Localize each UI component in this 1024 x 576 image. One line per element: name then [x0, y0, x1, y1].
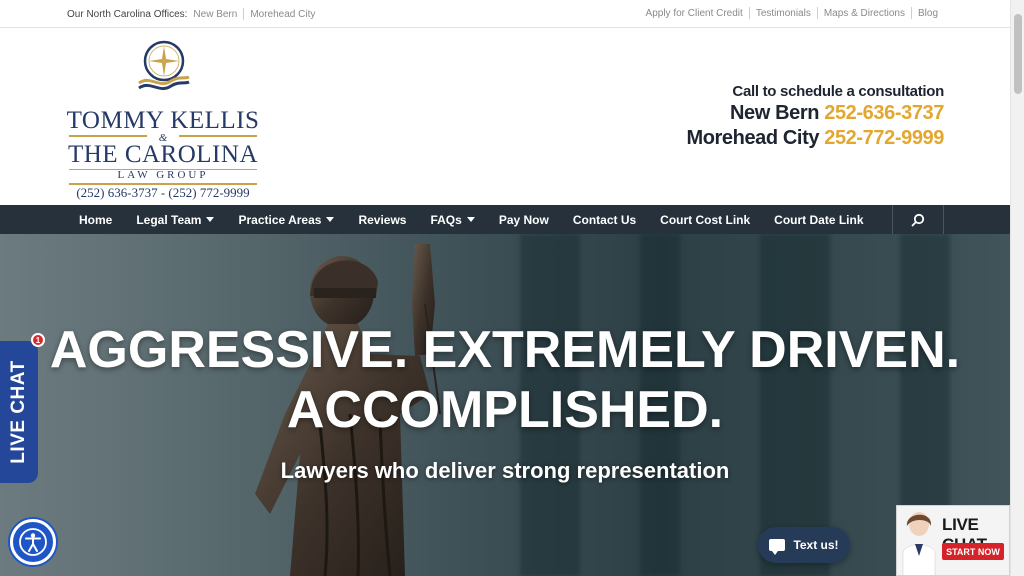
- hero-banner: AGGRESSIVE. EXTREMELY DRIVEN. ACCOMPLISH…: [0, 234, 1010, 576]
- logo-name-line2: THE CAROLINA: [67, 141, 258, 168]
- nav-label: FAQs: [430, 212, 462, 227]
- nav-item-court-cost-link[interactable]: Court Cost Link: [648, 205, 762, 234]
- live-chat-side-tab[interactable]: LIVE CHAT: [0, 341, 38, 483]
- live-chat-widget[interactable]: LIVE CHAT START NOW: [896, 505, 1010, 576]
- page-scrollbar[interactable]: [1010, 0, 1024, 576]
- start-now-button[interactable]: START NOW: [942, 543, 1004, 560]
- city-label: Morehead City: [686, 127, 820, 149]
- site-header: TOMMY KELLIS & THE CAROLINA LAW GROUP (2…: [0, 29, 1010, 205]
- nav-item-faqs[interactable]: FAQs: [418, 205, 486, 234]
- compass-emblem-icon: [138, 40, 190, 91]
- offices-label: Our North Carolina Offices:: [67, 8, 188, 20]
- text-us-button[interactable]: Text us!: [758, 527, 850, 563]
- logo-name-line1: TOMMY KELLIS: [66, 107, 260, 134]
- nav-label: Pay Now: [498, 212, 549, 227]
- scrollbar-thumb[interactable]: [1014, 14, 1022, 94]
- nav-label: Home: [79, 212, 113, 227]
- blog-link[interactable]: Blog: [918, 8, 938, 19]
- chat-notification-badge: 1: [31, 333, 45, 347]
- hero-subheadline: Lawyers who deliver strong representatio…: [280, 458, 730, 483]
- live-chat-tab-label: LIVE CHAT: [8, 360, 29, 464]
- office-link-new-bern[interactable]: New Bern: [193, 9, 237, 20]
- chat-agent-avatar: [902, 512, 936, 575]
- caret-down-icon: [206, 217, 215, 222]
- divider: [816, 7, 818, 19]
- accessibility-icon: [19, 528, 47, 556]
- site-logo[interactable]: TOMMY KELLIS & THE CAROLINA LAW GROUP (2…: [63, 37, 263, 200]
- city-label: New Bern: [730, 102, 820, 124]
- nav-label: Contact Us: [572, 212, 637, 227]
- logo-name-line3: LAW GROUP: [117, 169, 209, 181]
- hero-headline-line1: AGGRESSIVE. EXTREMELY DRIVEN.: [49, 321, 961, 379]
- nav-label: Practice Areas: [238, 212, 322, 227]
- nav-item-legal-team[interactable]: Legal Team: [124, 205, 226, 234]
- office-link-morehead-city[interactable]: Morehead City: [250, 9, 315, 20]
- nav-label: Court Cost Link: [660, 212, 751, 227]
- consultation-cta: Call to schedule a consultation: [732, 83, 944, 100]
- divider: [910, 7, 912, 19]
- nav-item-practice-areas[interactable]: Practice Areas: [226, 205, 346, 234]
- caret-down-icon: [466, 217, 475, 222]
- nav-label: Court Date Link: [774, 212, 864, 227]
- top-utility-bar: Our North Carolina Offices: New Bern Mor…: [0, 0, 1010, 28]
- divider: [748, 7, 750, 19]
- main-navigation: Home Legal Team Practice Areas Reviews F…: [0, 205, 1010, 234]
- nav-item-reviews[interactable]: Reviews: [346, 205, 418, 234]
- phone-row-morehead-city: Morehead City 252-772-9999: [686, 127, 944, 150]
- text-us-label: Text us!: [793, 538, 839, 552]
- offices-list: Our North Carolina Offices: New Bern Mor…: [67, 8, 315, 20]
- logo-phones: (252) 636-3737 - (252) 772-9999: [76, 185, 250, 200]
- caret-down-icon: [326, 217, 335, 222]
- maps-directions-link[interactable]: Maps & Directions: [824, 8, 905, 19]
- nav-item-court-date-link[interactable]: Court Date Link: [762, 205, 875, 234]
- testimonials-link[interactable]: Testimonials: [756, 8, 811, 19]
- search-icon: [911, 213, 925, 226]
- hero-headline-line2: ACCOMPLISHED.: [286, 381, 724, 439]
- utility-links: Apply for Client Credit Testimonials Map…: [646, 7, 938, 19]
- hero-headline: AGGRESSIVE. EXTREMELY DRIVEN. ACCOMPLISH…: [0, 320, 1010, 440]
- nav-label: Reviews: [358, 212, 407, 227]
- phone-link-new-bern[interactable]: 252-636-3737: [824, 102, 944, 124]
- search-button[interactable]: [892, 205, 944, 234]
- chat-bubble-icon: [769, 539, 786, 555]
- phone-row-new-bern: New Bern 252-636-3737: [686, 102, 944, 125]
- nav-item-home[interactable]: Home: [67, 205, 124, 234]
- consultation-callbox: Call to schedule a consultation New Bern…: [686, 83, 944, 150]
- nav-item-pay-now[interactable]: Pay Now: [487, 205, 561, 234]
- accessibility-button[interactable]: [10, 519, 56, 565]
- apply-client-credit-link[interactable]: Apply for Client Credit: [646, 8, 743, 19]
- nav-item-contact-us[interactable]: Contact Us: [561, 205, 648, 234]
- phone-link-morehead-city[interactable]: 252-772-9999: [824, 127, 944, 149]
- nav-label: Legal Team: [136, 212, 202, 227]
- divider: [243, 8, 245, 20]
